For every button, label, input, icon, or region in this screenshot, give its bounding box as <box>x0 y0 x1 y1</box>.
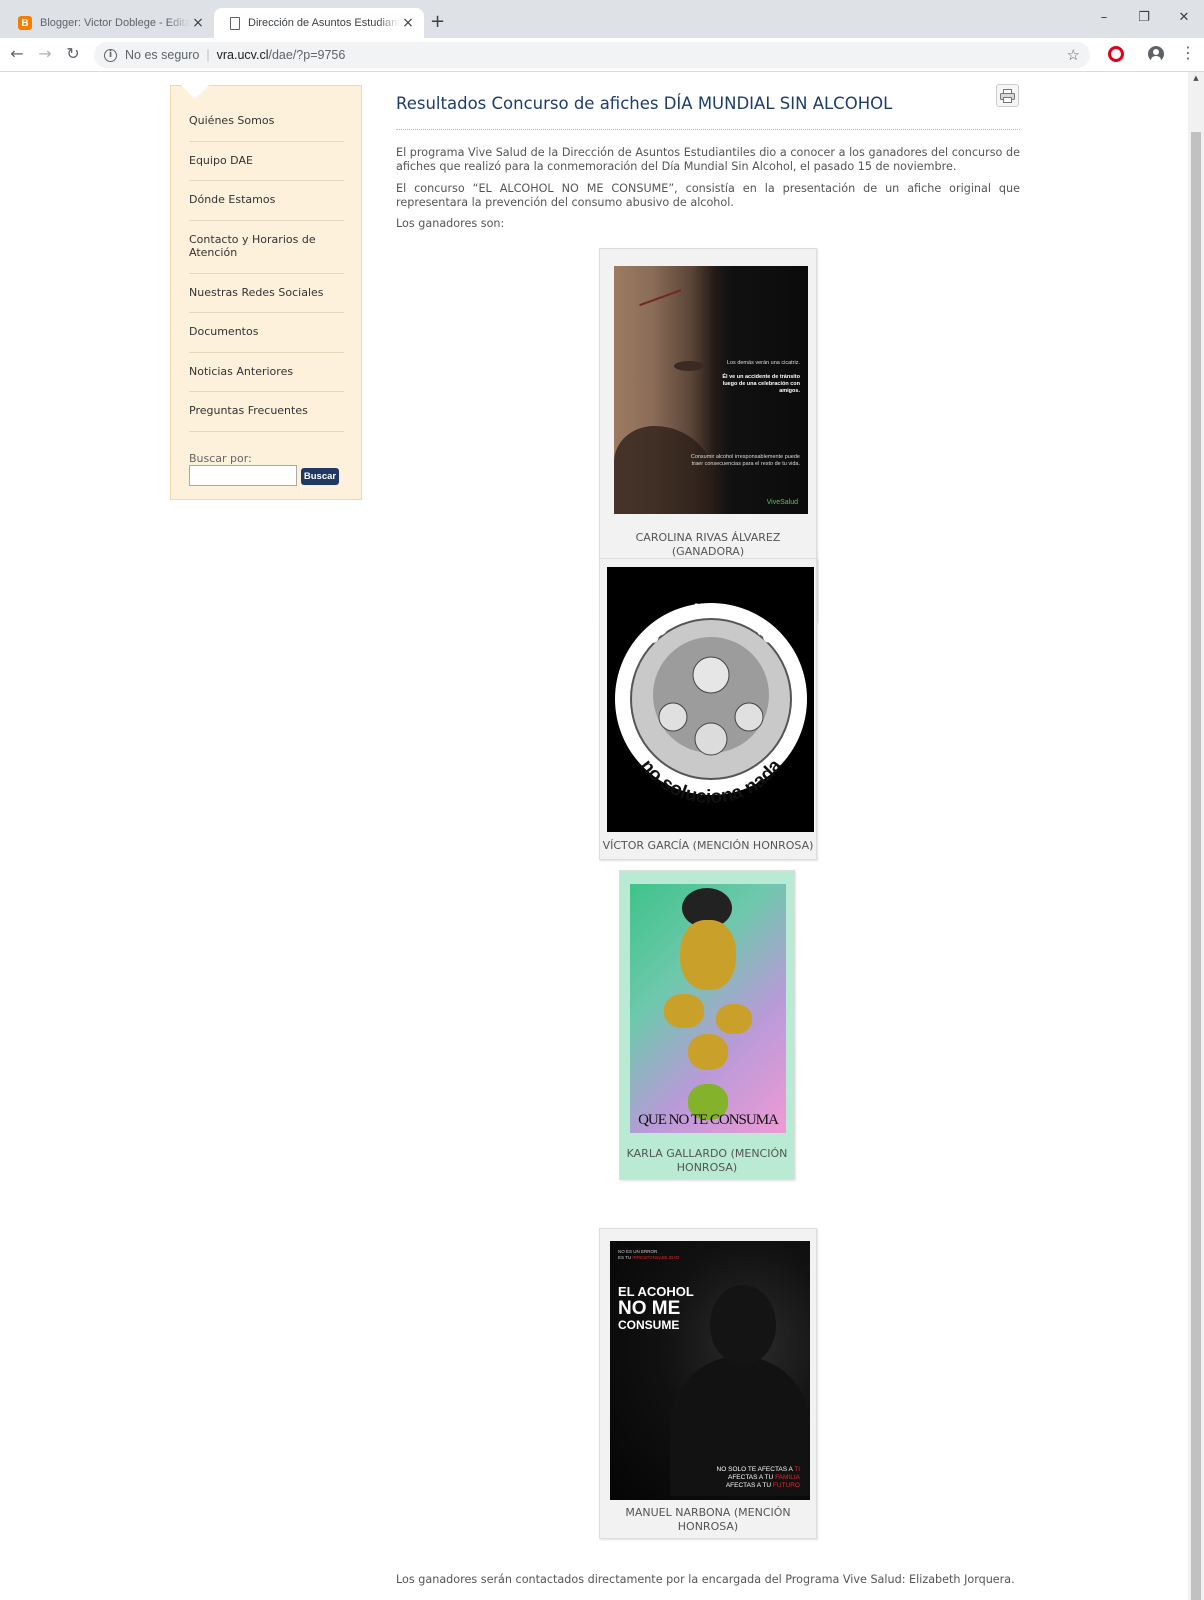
page-scrollbar[interactable]: ▲ <box>1188 72 1204 1600</box>
poster-headline-line: CONSUME <box>618 1318 680 1332</box>
blogger-icon: B <box>18 16 32 30</box>
poster-small-red: IRRESPONSABILIDAD <box>632 1255 680 1260</box>
article-paragraph: El concurso “EL ALCOHOL NO ME CONSUME”, … <box>396 182 1020 209</box>
poster-bottom-text: QUE NO TE CONSUMA <box>638 1112 779 1128</box>
article-paragraph: El programa Vive Salud de la Dirección d… <box>396 146 1020 173</box>
article-paragraph: Los ganadores son: <box>396 217 505 230</box>
poster-small-text: NO ES UN ERROR ES TU IRRESPONSABILIDAD <box>618 1249 679 1261</box>
info-icon[interactable]: i <box>104 48 117 62</box>
poster-splash <box>688 1034 728 1070</box>
poster-figure: NO ES UN ERROR ES TU IRRESPONSABILIDAD E… <box>599 1228 817 1539</box>
scroll-up-arrow-icon[interactable]: ▲ <box>1188 74 1204 82</box>
tab-dae[interactable]: Dirección de Asuntos Estudiantile × <box>214 8 424 38</box>
sidebar-item-redes-sociales[interactable]: Nuestras Redes Sociales <box>189 274 344 313</box>
poster-eye <box>674 361 704 371</box>
poster-caption: VÍCTOR GARCÍA (MENCIÓN HONROSA) <box>602 839 814 852</box>
poster-headline-line: NO ME <box>618 1298 681 1319</box>
profile-avatar-icon[interactable] <box>1148 46 1164 62</box>
sidebar-notch <box>181 85 209 99</box>
poster-text: Los demás verán una cicatriz. <box>726 360 800 366</box>
poster-bottom-text: NO SOLO TE AFECTAS A TI AFECTAS A TU FAM… <box>717 1466 800 1490</box>
poster-bottom-red: FAMILIA <box>775 1474 800 1481</box>
poster-figure: QUE NO TE CONSUMA KARLA GALLARDO (MENCIÓ… <box>619 870 795 1180</box>
page-title: Resultados Concurso de afiches DÍA MUNDI… <box>396 94 893 113</box>
close-window-icon[interactable]: ✕ <box>1164 10 1204 25</box>
poster-text-bold: Él ve un accidente de tránsito luego de … <box>722 374 800 394</box>
new-tab-button[interactable]: + <box>430 12 445 32</box>
poster-small-prefix: ES TU <box>618 1255 633 1260</box>
forward-icon[interactable]: → <box>34 44 56 64</box>
back-icon[interactable]: ← <box>6 44 28 64</box>
poster-figure: estar borracho no soluciona nada VÍCTOR … <box>599 558 817 860</box>
poster-image-manuel[interactable]: NO ES UN ERROR ES TU IRRESPONSABILIDAD E… <box>610 1241 810 1500</box>
poster-circle-illustration: estar borracho no soluciona nada <box>615 600 807 808</box>
reload-icon[interactable]: ↻ <box>62 44 84 64</box>
sidebar-item-preguntas-frecuentes[interactable]: Preguntas Frecuentes <box>189 392 344 432</box>
search-button[interactable]: Buscar <box>301 468 339 485</box>
poster-splash <box>664 994 704 1028</box>
poster-beard <box>614 426 714 514</box>
poster-image-karla[interactable]: QUE NO TE CONSUMA <box>630 884 786 1133</box>
tab-strip: B Blogger: Victor Doblege - Editar e × D… <box>0 0 1204 38</box>
sidebar-item-contacto[interactable]: Contacto y Horarios de Atención <box>189 221 344 274</box>
sidebar-item-donde-estamos[interactable]: Dónde Estamos <box>189 181 344 221</box>
tab-blogger[interactable]: B Blogger: Victor Doblege - Editar e × <box>4 8 214 38</box>
opera-extension-icon[interactable] <box>1108 46 1124 62</box>
poster-bottom-prefix: NO SOLO TE AFECTAS A <box>716 1466 795 1473</box>
poster-text: Él ve un accidente de tránsito luego de … <box>708 374 800 395</box>
tab-close-icon[interactable]: × <box>190 15 206 31</box>
security-label[interactable]: No es seguro <box>125 48 199 62</box>
poster-bottom-red: TI <box>794 1466 800 1473</box>
poster-bottom-line: NO SOLO TE AFECTAS A TI <box>717 1466 800 1474</box>
vivesalud-logo: ViveSalud <box>766 499 798 506</box>
page-content: Quiénes Somos Equipo DAE Dónde Estamos C… <box>0 73 1188 1600</box>
poster-bottom-prefix: AFECTAS A TU <box>727 1474 776 1481</box>
poster-splash <box>716 1004 752 1034</box>
url-path: /dae/?p=9756 <box>268 48 346 62</box>
poster-bottom-prefix: AFECTAS A TU <box>725 1482 773 1489</box>
search-label: Buscar por: <box>189 452 252 465</box>
title-divider <box>396 129 1020 130</box>
address-separator: | <box>206 48 210 62</box>
poster-caption: MANUEL NARBONA (MENCIÓN HONROSA) <box>625 1506 791 1533</box>
poster-bottom-line: AFECTAS A TU FUTURO <box>717 1482 800 1490</box>
url-text[interactable]: vra.ucv.cl/dae/?p=9756 <box>217 48 346 62</box>
sidebar-menu: Quiénes Somos Equipo DAE Dónde Estamos C… <box>189 108 344 432</box>
poster-small-line: ES TU IRRESPONSABILIDAD <box>618 1255 679 1261</box>
search-input[interactable] <box>189 465 297 486</box>
sidebar-item-documentos[interactable]: Documentos <box>189 313 344 353</box>
sidebar-item-equipo-dae[interactable]: Equipo DAE <box>189 142 344 181</box>
sidebar-item-quienes-somos[interactable]: Quiénes Somos <box>189 108 344 142</box>
poster-bottom-red: FUTURO <box>772 1482 800 1489</box>
poster-text: Consumir alcohol irresponsablemente pued… <box>690 454 800 467</box>
tab-close-icon[interactable]: × <box>400 15 416 31</box>
poster-bottom-line: AFECTAS A TU FAMILIA <box>717 1474 800 1482</box>
print-icon[interactable] <box>996 84 1019 107</box>
browser-toolbar: ← → ↻ i No es seguro | vra.ucv.cl/dae/?p… <box>0 38 1204 72</box>
poster-silhouette-head <box>710 1285 776 1365</box>
sidebar: Quiénes Somos Equipo DAE Dónde Estamos C… <box>170 85 362 500</box>
poster-image-ganadora[interactable]: Los demás verán una cicatriz. Él ve un a… <box>614 266 808 514</box>
poster-scar <box>639 289 689 327</box>
bookmark-star-icon[interactable]: ☆ <box>1067 46 1080 64</box>
browser-menu-icon[interactable]: ⋮ <box>1180 45 1196 61</box>
closing-paragraph: Los ganadores serán contactados directam… <box>396 1573 1015 1586</box>
scrollbar-thumb[interactable] <box>1191 132 1201 1600</box>
tab-title: Blogger: Victor Doblege - Editar e <box>40 17 190 29</box>
sidebar-item-noticias-anteriores[interactable]: Noticias Anteriores <box>189 353 344 392</box>
poster-headline: EL ACOHOL NO ME CONSUME <box>618 1283 694 1334</box>
url-host: vra.ucv.cl <box>216 48 269 62</box>
restore-icon[interactable]: ❐ <box>1124 10 1164 25</box>
poster-image-victor[interactable]: estar borracho no soluciona nada <box>607 567 814 832</box>
poster-caption: KARLA GALLARDO (MENCIÓN HONROSA) <box>626 1147 788 1174</box>
poster-figure-body <box>680 920 736 990</box>
tab-title: Dirección de Asuntos Estudiantile <box>248 17 400 29</box>
page-icon <box>230 16 240 30</box>
minimize-icon[interactable]: – <box>1084 10 1124 25</box>
poster-caption: CAROLINA RIVAS ÁLVAREZ (GANADORA) <box>635 531 781 558</box>
address-bar[interactable]: i No es seguro | vra.ucv.cl/dae/?p=9756 … <box>94 42 1090 68</box>
